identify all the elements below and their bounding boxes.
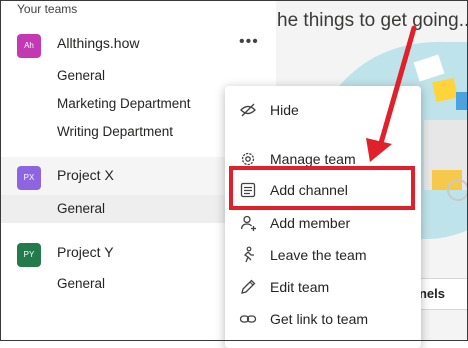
team-avatar: Ah [17,34,41,58]
team-name: Project Y [57,244,114,260]
menu-item-hide[interactable]: Hide [225,94,421,126]
pencil-icon [241,279,256,294]
team-allthings-how[interactable]: Ah Allthings.how ••• [0,25,276,63]
add-member-icon [240,215,256,231]
channel-label: Writing Department [57,124,174,139]
menu-item-label: Edit team [270,279,330,295]
team-name: Project X [57,167,114,183]
leave-team-icon [243,246,254,263]
channel-label: General [57,201,106,216]
team-name: Allthings.how [57,35,140,51]
menu-item-add-member[interactable]: Add member [225,207,421,239]
team-context-menu: Hide Manage team Add channel Add member [225,86,421,348]
link-icon [239,315,257,323]
more-options-icon[interactable]: ••• [239,33,259,51]
menu-item-label: Get link to team [270,311,369,327]
menu-item-label: Hide [270,102,299,118]
menu-item-get-link[interactable]: Get link to team [225,303,421,335]
menu-item-leave-team[interactable]: Leave the team [225,239,421,271]
menu-item-label: Leave the team [270,247,367,263]
menu-item-label: Manage team [270,151,356,167]
channel-label: Marketing Department [57,96,191,111]
menu-item-label: Add member [270,215,351,231]
team-avatar: PX [17,166,41,190]
add-channel-highlight-box [229,166,415,210]
team-avatar: PY [17,243,41,267]
hide-icon [240,103,256,117]
channel-label: General [57,68,106,83]
section-title: Your teams [17,2,78,16]
channel-label: General [57,276,106,291]
menu-item-edit-team[interactable]: Edit team [225,271,421,303]
